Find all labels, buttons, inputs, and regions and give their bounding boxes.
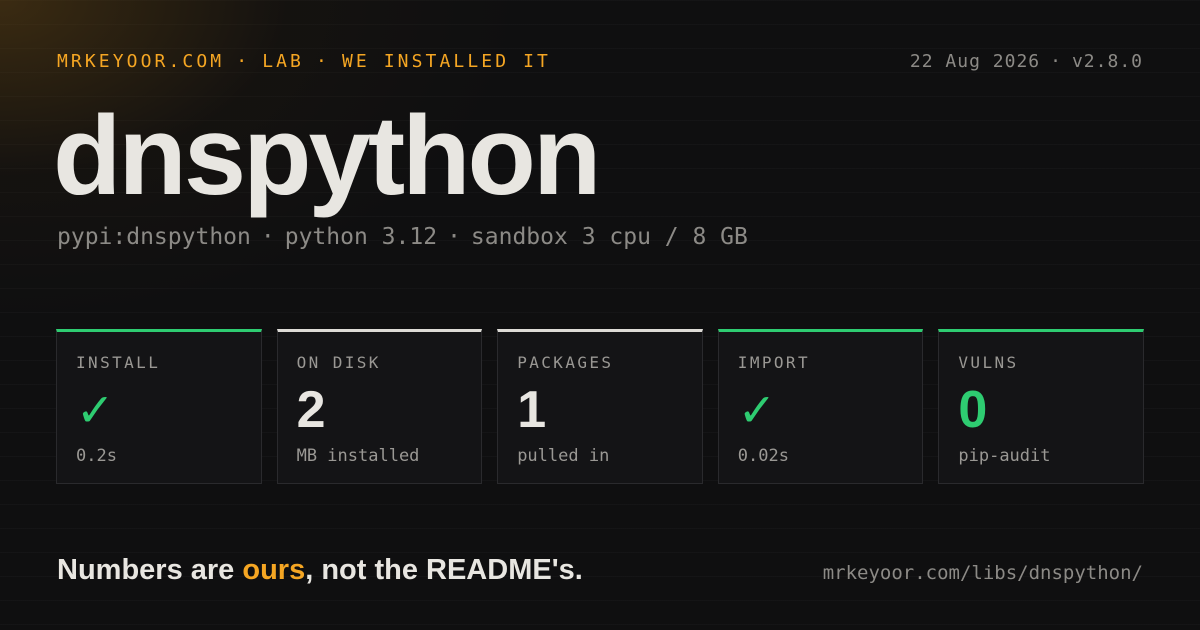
kicker-separator: · [316,50,330,72]
kicker-separator: · [236,50,251,72]
stat-label: VULNS [958,353,1019,372]
stat-card-vulns: VULNS 0 pip-audit [938,329,1144,484]
stat-label: INSTALL [76,353,161,372]
kicker-series: WE INSTALLED IT [341,50,551,72]
tagline: Numbers are ours, not the README's. [57,553,583,587]
tagline-highlight: ours [242,554,306,586]
stat-value: 2 [296,381,326,439]
check-icon: ✓ [76,383,115,437]
stats-cards: INSTALL ✓ 0.2s ON DISK 2 MB installed PA… [56,329,1144,484]
page-title: dnspython [53,93,601,218]
stat-value: 1 [517,381,547,439]
stat-detail: pulled in [517,446,610,466]
stat-detail: MB installed [296,446,420,466]
stat-card-import: IMPORT ✓ 0.02s [717,329,924,484]
subtitle-separator: · [260,224,275,250]
publish-date: 22 Aug 2026 [909,50,1041,72]
kicker-site: MRKEYOOR.COM [57,50,225,72]
kicker-section: LAB [262,50,304,72]
header-meta: 22 Aug 2026 · v2.8.0 [910,51,1143,72]
stat-card-on-disk: ON DISK 2 MB installed [276,329,483,484]
stat-card-install: INSTALL ✓ 0.2s [56,329,262,484]
package-version: v2.8.0 [1071,50,1143,72]
check-icon: ✓ [737,383,777,437]
meta-separator: · [1050,50,1062,72]
python-version: python 3.12 [284,224,438,250]
stat-detail: 0.2s [76,446,117,466]
stat-detail: pip-audit [958,446,1051,466]
stat-card-packages: PACKAGES 1 pulled in [497,329,703,484]
page-url: mrkeyoor.com/libs/dnspython/ [822,562,1143,584]
sandbox-spec: sandbox 3 cpu / 8 GB [470,224,748,250]
stat-label: ON DISK [296,353,381,372]
tagline-end: , not the README's. [305,554,583,586]
stat-label: PACKAGES [517,353,614,372]
package-details: pypi:dnspython · python 3.12 · sandbox 3 cpu… [57,224,748,250]
subtitle-separator: · [447,224,461,250]
stat-value: 0 [958,381,988,439]
package-id: pypi:dnspython [57,224,251,250]
header-bar: MRKEYOOR.COM · LAB · WE INSTALLED IT 22 Aug … [57,49,1143,73]
site-kicker: MRKEYOOR.COM · LAB · WE INSTALLED IT [57,51,551,72]
stat-label: IMPORT [737,353,810,372]
stat-detail: 0.02s [737,446,789,466]
tagline-start: Numbers are [57,554,243,586]
